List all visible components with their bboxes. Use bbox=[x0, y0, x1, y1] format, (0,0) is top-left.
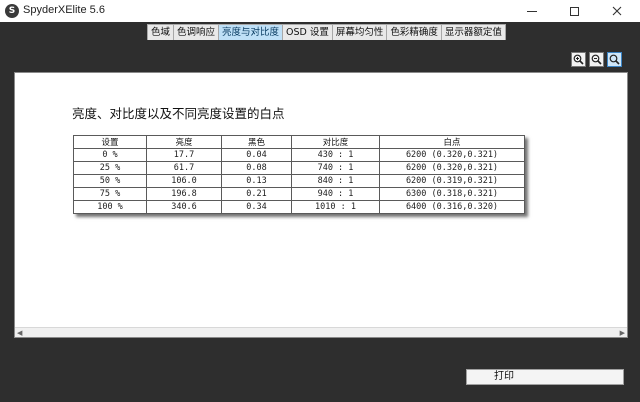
table-cell: 100 % bbox=[73, 200, 147, 214]
table-cell: 6200 (0.320,0.321) bbox=[379, 161, 525, 175]
tab-color-accuracy[interactable]: 色彩精确度 bbox=[386, 24, 442, 40]
zoom-fit-icon bbox=[609, 54, 620, 65]
table-cell: 840 : 1 bbox=[291, 174, 380, 188]
horizontal-scrollbar[interactable]: ◀ ▶ bbox=[15, 327, 627, 337]
table-cell: 0.13 bbox=[221, 174, 292, 188]
zoom-in-icon bbox=[573, 54, 584, 65]
table-row: 75 % 196.8 0.21 940 : 1 6300 (0.318,0.32… bbox=[73, 187, 525, 201]
table-row: 50 % 106.0 0.13 840 : 1 6200 (0.319,0.32… bbox=[73, 174, 525, 188]
table-cell: 75 % bbox=[73, 187, 147, 201]
table-cell: 196.8 bbox=[146, 187, 222, 201]
table-row: 25 % 61.7 0.08 740 : 1 6200 (0.320,0.321… bbox=[73, 161, 525, 175]
scroll-right-arrow-icon[interactable]: ▶ bbox=[620, 329, 625, 337]
minimize-button[interactable] bbox=[510, 0, 554, 22]
zoom-out-icon bbox=[591, 54, 602, 65]
results-table: 设置 亮度 黑色 对比度 白点 0 % 17.7 0.04 430 : 1 62… bbox=[73, 135, 525, 214]
table-cell: 17.7 bbox=[146, 148, 222, 162]
column-header-contrast: 对比度 bbox=[291, 135, 380, 149]
app-window: S SpyderXElite 5.6 色域 色调响应 亮度与对比度 OSD 设置… bbox=[0, 0, 640, 402]
table-cell: 50 % bbox=[73, 174, 147, 188]
table-cell: 340.6 bbox=[146, 200, 222, 214]
zoom-in-button[interactable] bbox=[571, 52, 586, 67]
table-cell: 6200 (0.319,0.321) bbox=[379, 174, 525, 188]
scroll-left-arrow-icon[interactable]: ◀ bbox=[17, 329, 22, 337]
report-panel: 亮度、对比度以及不同亮度设置的白点 设置 亮度 黑色 对比度 白点 0 % 17… bbox=[14, 72, 628, 338]
print-button[interactable]: 打印 bbox=[466, 369, 624, 385]
tab-display-rating[interactable]: 显示器额定值 bbox=[440, 24, 506, 40]
zoom-fit-button[interactable] bbox=[607, 52, 622, 67]
table-cell: 6300 (0.318,0.321) bbox=[379, 187, 525, 201]
table-cell: 0.21 bbox=[221, 187, 292, 201]
column-header-black: 黑色 bbox=[221, 135, 292, 149]
table-row: 100 % 340.6 0.34 1010 : 1 6400 (0.316,0.… bbox=[73, 200, 525, 214]
app-logo-icon: S bbox=[5, 4, 19, 18]
table-cell: 61.7 bbox=[146, 161, 222, 175]
tab-brightness-contrast[interactable]: 亮度与对比度 bbox=[218, 24, 284, 40]
table-cell: 6200 (0.320,0.321) bbox=[379, 148, 525, 162]
table-cell: 0.04 bbox=[221, 148, 292, 162]
table-cell: 430 : 1 bbox=[291, 148, 380, 162]
title-bar: S SpyderXElite 5.6 bbox=[0, 0, 640, 22]
column-header-white-point: 白点 bbox=[379, 135, 525, 149]
table-cell: 106.0 bbox=[146, 174, 222, 188]
maximize-icon bbox=[569, 6, 579, 16]
table-cell: 0 % bbox=[73, 148, 147, 162]
table-cell: 940 : 1 bbox=[291, 187, 380, 201]
table-cell: 740 : 1 bbox=[291, 161, 380, 175]
table-header-row: 设置 亮度 黑色 对比度 白点 bbox=[73, 135, 525, 149]
zoom-out-button[interactable] bbox=[589, 52, 604, 67]
table-cell: 0.34 bbox=[221, 200, 292, 214]
column-header-setting: 设置 bbox=[73, 135, 147, 149]
window-title: SpyderXElite 5.6 bbox=[23, 4, 105, 16]
column-header-brightness: 亮度 bbox=[146, 135, 222, 149]
tab-strip: 色域 色调响应 亮度与对比度 OSD 设置 屏幕均匀性 色彩精确度 显示器额定值 bbox=[147, 24, 506, 40]
minimize-icon bbox=[527, 10, 537, 12]
table-cell: 0.08 bbox=[221, 161, 292, 175]
panel-title: 亮度、对比度以及不同亮度设置的白点 bbox=[72, 106, 285, 121]
close-icon bbox=[612, 6, 622, 16]
close-button[interactable] bbox=[595, 0, 639, 22]
maximize-button[interactable] bbox=[552, 0, 596, 22]
table-row: 0 % 17.7 0.04 430 : 1 6200 (0.320,0.321) bbox=[73, 148, 525, 162]
tab-osd-settings[interactable]: OSD 设置 bbox=[282, 24, 333, 40]
table-cell: 6400 (0.316,0.320) bbox=[379, 200, 525, 214]
tab-screen-uniformity[interactable]: 屏幕均匀性 bbox=[331, 24, 388, 40]
table-cell: 1010 : 1 bbox=[291, 200, 380, 214]
table-cell: 25 % bbox=[73, 161, 147, 175]
tab-gamut[interactable]: 色域 bbox=[147, 24, 175, 40]
zoom-toolbar bbox=[571, 52, 622, 67]
tab-tone-response[interactable]: 色调响应 bbox=[173, 24, 220, 40]
